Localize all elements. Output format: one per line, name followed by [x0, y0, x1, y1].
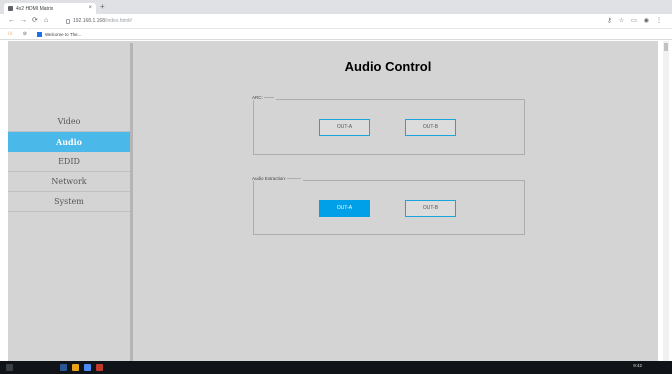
- sidebar-item-audio[interactable]: Audio: [8, 132, 130, 152]
- taskbar-folder-icon[interactable]: [72, 364, 79, 371]
- bookmark-item[interactable]: Welcome to The...: [36, 31, 82, 37]
- sidebar: Video Audio EDID Network System: [8, 41, 130, 361]
- tab-favicon-icon: [8, 6, 13, 11]
- sidebar-item-edid[interactable]: EDID: [8, 152, 130, 172]
- address-bar: ← → ⟳ ⌂ 192.168.1.168 /index.html# ⚷ ☆ ▭…: [0, 14, 672, 29]
- new-tab-button[interactable]: +: [100, 2, 105, 12]
- bookmark-favicon-icon: [36, 31, 42, 37]
- arc-out-b-button[interactable]: OUT-B: [405, 119, 456, 136]
- arc-group: ARC: OUT-A OUT-B: [252, 95, 525, 155]
- extraction-out-b-button[interactable]: OUT-B: [405, 200, 456, 217]
- start-icon[interactable]: [6, 364, 13, 371]
- arc-legend: ARC:: [252, 95, 276, 100]
- apps-icon[interactable]: ⁝⁝⁝: [8, 31, 13, 37]
- key-icon[interactable]: ⚷: [607, 17, 611, 25]
- page-title: Audio Control: [344, 59, 432, 74]
- sidebar-menu: Video Audio EDID Network System: [8, 112, 130, 212]
- home-icon[interactable]: ⌂: [44, 16, 48, 26]
- sidebar-item-system[interactable]: System: [8, 192, 130, 212]
- browser-tab[interactable]: 4x2 HDMI Matrix ×: [4, 3, 96, 14]
- taskbar-browser-icon[interactable]: [84, 364, 91, 371]
- screen: 4x2 HDMI Matrix × + ← → ⟳ ⌂ 192.168.1.16…: [0, 0, 672, 374]
- bookmark-label: Welcome to The...: [44, 31, 82, 37]
- taskbar-app2-icon[interactable]: [96, 364, 103, 371]
- page-scrollbar[interactable]: [663, 41, 669, 361]
- tab-strip: 4x2 HDMI Matrix × +: [0, 0, 672, 14]
- back-icon[interactable]: ←: [8, 16, 15, 26]
- toolbar-icons: ⚷ ☆ ▭ ◉ ⋮: [607, 17, 662, 25]
- arc-legend-label: ARC:: [252, 95, 263, 100]
- sidebar-item-network[interactable]: Network: [8, 172, 130, 192]
- scrollbar-thumb[interactable]: [664, 43, 668, 51]
- sidebar-divider: [130, 43, 133, 361]
- audio-extraction-legend-label: Audio Extraction:: [252, 176, 287, 181]
- taskbar-app-icon[interactable]: [60, 364, 67, 371]
- audio-extraction-group: Audio Extraction: OUT-A OUT-B: [252, 176, 525, 235]
- menu-icon[interactable]: ⋮: [656, 17, 662, 25]
- os-taskbar: 9:42: [0, 361, 672, 374]
- url-input[interactable]: 192.168.1.168 /index.html#: [66, 16, 586, 26]
- web-page: Video Audio EDID Network System Audio Co…: [8, 41, 658, 361]
- url-path: /index.html#: [104, 18, 132, 24]
- reload-icon[interactable]: ⟳: [32, 16, 38, 26]
- bookmarks-bar: ⁝⁝⁝ ⊘ Welcome to The...: [0, 29, 672, 40]
- cast-icon[interactable]: ▭: [631, 17, 637, 25]
- bookmark-globe-icon[interactable]: ⊘: [23, 31, 27, 37]
- taskbar-clock: 9:42: [633, 363, 642, 368]
- tab-close-icon[interactable]: ×: [88, 4, 92, 12]
- url-host: 192.168.1.168: [73, 18, 105, 24]
- extraction-out-a-button[interactable]: OUT-A: [319, 200, 370, 217]
- extension-icon[interactable]: ◉: [644, 17, 649, 25]
- star-icon[interactable]: ☆: [619, 17, 624, 25]
- forward-icon[interactable]: →: [20, 16, 27, 26]
- sidebar-item-video[interactable]: Video: [8, 112, 130, 132]
- audio-extraction-legend: Audio Extraction:: [252, 176, 304, 181]
- tab-title: 4x2 HDMI Matrix: [16, 5, 54, 12]
- arc-out-a-button[interactable]: OUT-A: [319, 119, 370, 136]
- info-icon[interactable]: [66, 18, 70, 24]
